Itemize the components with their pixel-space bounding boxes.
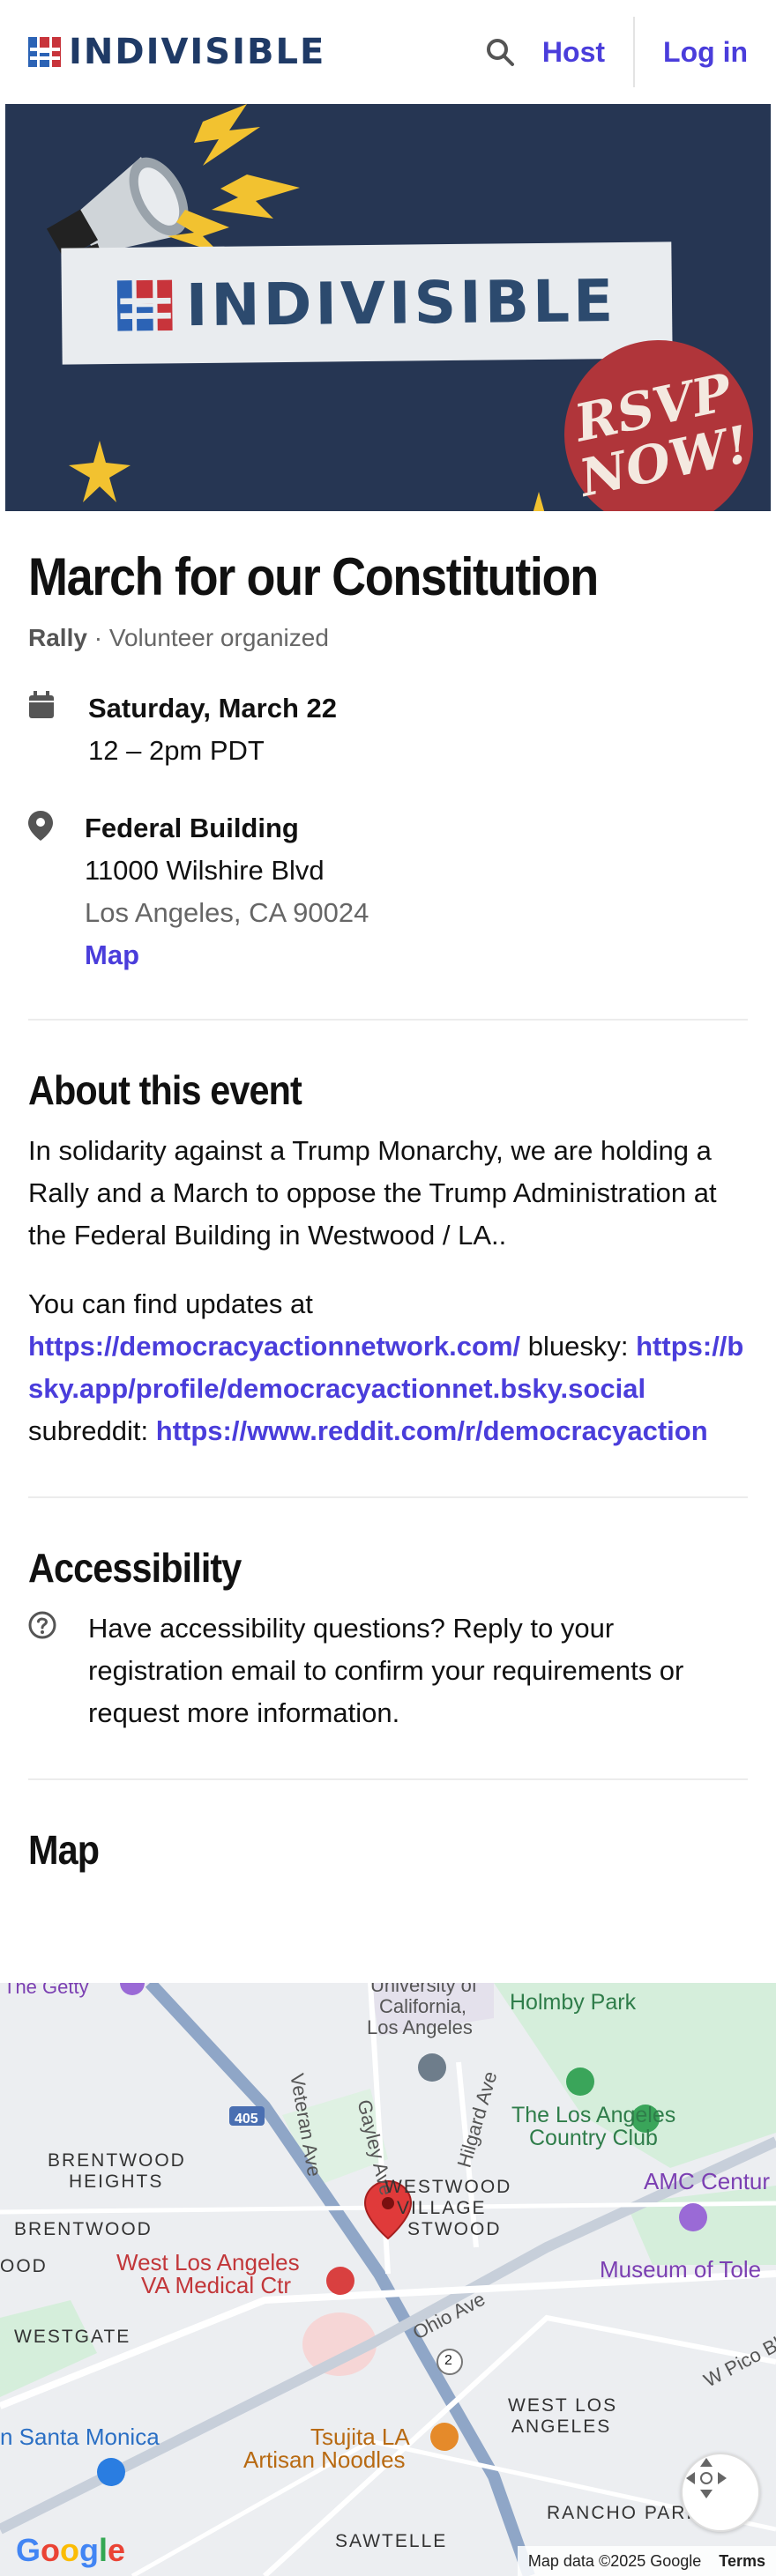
calendar-icon bbox=[28, 687, 58, 772]
accessibility-heading: Accessibility bbox=[28, 1545, 242, 1591]
subreddit-link[interactable]: https://www.reddit.com/r/democracyaction bbox=[156, 1415, 708, 1446]
accessibility-text: Have accessibility questions? Reply to y… bbox=[88, 1613, 684, 1728]
map-label-westwood: STWOOD bbox=[407, 2219, 502, 2239]
map-label-sawtelle: SAWTELLE bbox=[335, 2531, 448, 2551]
democracy-action-link[interactable]: https://democracyactionnetwork.com/ bbox=[28, 1331, 520, 1362]
route-405-shield: 405 bbox=[235, 2112, 258, 2127]
lightning-icon bbox=[168, 104, 300, 254]
star-icon bbox=[533, 492, 545, 511]
about-heading: About this event bbox=[28, 1067, 302, 1113]
logo-mark-icon bbox=[28, 35, 62, 69]
logo-text: INDIVISIBLE bbox=[69, 32, 326, 72]
meta-separator: · bbox=[93, 624, 109, 651]
map-label-west-la: ANGELES bbox=[511, 2416, 612, 2437]
event-content: March for our Constitution Rally · Volun… bbox=[0, 546, 776, 1874]
venue-city: Los Angeles, CA 90024 bbox=[85, 897, 369, 928]
event-title: March for our Constitution bbox=[28, 547, 599, 606]
star-icon bbox=[69, 441, 131, 502]
divider bbox=[28, 1496, 748, 1498]
updates-prefix: You can find updates at bbox=[28, 1288, 313, 1319]
map-label-amc: AMC Centur bbox=[644, 2168, 771, 2194]
event-location: Federal Building 11000 Wilshire Blvd Los… bbox=[28, 807, 748, 976]
about-paragraph-2: You can find updates at https://democrac… bbox=[28, 1283, 748, 1452]
map-label-holmby-park: Holmby Park bbox=[510, 1990, 637, 2015]
hero-banner: INDIVISIBLE bbox=[61, 241, 673, 365]
logo-mark-icon bbox=[116, 279, 173, 331]
event-meta: Rally · Volunteer organized bbox=[28, 624, 748, 652]
bluesky-label: bluesky: bbox=[527, 1331, 629, 1362]
map-label-museum: Museum of Tole bbox=[600, 2256, 762, 2283]
top-nav: INDIVISIBLE Host Log in bbox=[0, 0, 776, 104]
nav-actions: Host Log in bbox=[482, 0, 748, 104]
map-label-west-la: WEST LOS bbox=[508, 2395, 618, 2416]
map-label-country-club: The Los Angeles bbox=[511, 2103, 676, 2127]
map-label-brentwood-heights: HEIGHTS bbox=[69, 2171, 164, 2192]
location-map[interactable]: The Getty University of California, Los … bbox=[0, 1983, 776, 2576]
search-icon bbox=[486, 39, 514, 66]
event-location-text: Federal Building 11000 Wilshire Blvd Los… bbox=[85, 807, 369, 976]
event-time: 12 – 2pm PDT bbox=[88, 735, 265, 766]
host-link[interactable]: Host bbox=[542, 36, 605, 69]
map-data-credit: Map data ©2025 Google bbox=[527, 2551, 702, 2570]
map-label-brentwood: BRENTWOOD bbox=[14, 2219, 153, 2239]
divider bbox=[28, 1778, 748, 1780]
map-attribution: Map data ©2025 Google Terms bbox=[517, 2546, 776, 2576]
search-button[interactable] bbox=[482, 34, 518, 70]
route-2-shield: 2 bbox=[444, 2353, 452, 2368]
divider bbox=[28, 1019, 748, 1021]
map-link[interactable]: Map bbox=[85, 939, 139, 970]
accessibility-info: Have accessibility questions? Reply to y… bbox=[28, 1607, 748, 1734]
map-label-country-club: Country Club bbox=[529, 2126, 658, 2150]
event-datetime: Saturday, March 22 12 – 2pm PDT bbox=[28, 687, 748, 772]
map-terms-link[interactable]: Terms bbox=[719, 2552, 765, 2571]
subreddit-label: subreddit: bbox=[28, 1415, 149, 1446]
event-datetime-text: Saturday, March 22 12 – 2pm PDT bbox=[88, 687, 337, 772]
location-pin-icon bbox=[28, 807, 58, 976]
map-label-getty: The Getty bbox=[4, 1983, 89, 1998]
question-circle-icon bbox=[28, 1607, 58, 1734]
google-logo: Google bbox=[16, 2532, 126, 2568]
map-label-tsujita: Artisan Noodles bbox=[243, 2446, 406, 2473]
map-label-brentwood-heights: BRENTWOOD bbox=[48, 2150, 186, 2171]
hero-banner-text: INDIVISIBLE bbox=[185, 266, 617, 339]
event-hero-image: INDIVISIBLE RSVP NOW! bbox=[0, 104, 776, 511]
event-date: Saturday, March 22 bbox=[88, 693, 337, 724]
map-label-westwood-village: WESTWOOD bbox=[384, 2177, 512, 2197]
map-label-santa-monica: n Santa Monica bbox=[0, 2424, 160, 2450]
map-heading: Map bbox=[28, 1827, 100, 1873]
map-label-ood: OOD bbox=[0, 2256, 48, 2276]
venue-street: 11000 Wilshire Blvd bbox=[85, 855, 325, 886]
indivisible-logo[interactable]: INDIVISIBLE bbox=[28, 32, 325, 72]
map-label-westwood-village: VILLAGE bbox=[397, 2198, 487, 2218]
map-label-ucla: California, bbox=[379, 1995, 467, 2017]
map-label-westgate: WESTGATE bbox=[14, 2327, 131, 2347]
event-organizer: Volunteer organized bbox=[108, 624, 329, 651]
event-type: Rally bbox=[28, 624, 87, 651]
nav-divider bbox=[633, 17, 636, 87]
map-label-rancho-park: RANCHO PARK bbox=[547, 2503, 701, 2523]
map-camera-control[interactable] bbox=[681, 2453, 760, 2532]
login-link[interactable]: Log in bbox=[663, 36, 748, 69]
map-label-va-medical: VA Medical Ctr bbox=[141, 2272, 292, 2298]
venue-name: Federal Building bbox=[85, 813, 299, 843]
move-arrows-icon bbox=[686, 2458, 727, 2498]
map-label-ucla: Los Angeles bbox=[367, 2016, 473, 2038]
about-paragraph-1: In solidarity against a Trump Monarchy, … bbox=[28, 1135, 717, 1251]
